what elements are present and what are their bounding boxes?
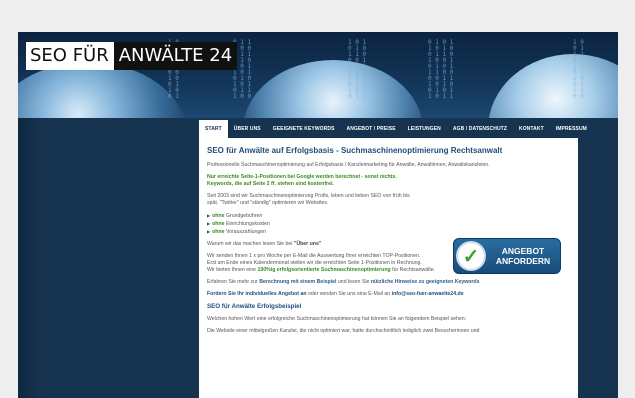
bullet-arrow-icon: ▶ bbox=[207, 221, 211, 226]
page-title: SEO für Anwälte auf Erfolgsbasis - Suchm… bbox=[207, 146, 503, 155]
nav-item-start[interactable]: START bbox=[199, 120, 228, 138]
more-info-text: Erfahren Sie mehr zur Berechnung mit ein… bbox=[207, 279, 480, 285]
bullet-arrow-icon: ▶ bbox=[207, 229, 211, 234]
logo-text-part2: ANWÄLTE 24 bbox=[113, 42, 238, 70]
highlight-text-2: Keywords, die auf Seite 2 ff. stehen sin… bbox=[207, 181, 334, 187]
highlight-text-1: Nur erreichte Seite-1-Positionen bei Goo… bbox=[207, 174, 397, 180]
header-banner: 1 0 0 1 1 0 0 1 1 1 0 0 1 0 0 1 1 0 0 1 … bbox=[18, 32, 618, 118]
binary-decoration: 1 0 1 0 1 0 1 1 0 0 0 1 1 0 1 0 1 1 1 0 … bbox=[348, 39, 367, 100]
nav-item-keywords[interactable]: GEEIGNETE KEYWORDS bbox=[267, 120, 341, 138]
globe-image bbox=[18, 62, 188, 118]
binary-decoration: 1 0 0 1 1 1 0 0 1 0 0 1 1 0 0 1 1 1 0 0 bbox=[573, 39, 584, 100]
cta-line-2: ANFORDERN bbox=[495, 256, 551, 266]
keyword-hints-link[interactable]: nützliche Hinweise zu geeigneten Keyword… bbox=[371, 279, 480, 285]
section-heading: SEO für Anwälte Erfolgsbeispiel bbox=[207, 303, 302, 310]
example-intro-text: Welchen hohen Wert eine erfolgreiche Suc… bbox=[207, 316, 467, 322]
site-logo[interactable]: SEO FÜR ANWÄLTE 24 bbox=[26, 42, 238, 70]
request-offer-button[interactable]: ✓ ANGEBOT ANFORDERN bbox=[453, 238, 561, 274]
intro-text: Professionelle Suchmaschinenoptimierung … bbox=[207, 162, 490, 168]
bullet-arrow-icon: ▶ bbox=[207, 213, 211, 218]
list-item: ▶ ohne Grundgebühren bbox=[207, 213, 263, 219]
request-offer-link[interactable]: Fordern Sie Ihr individuelles Angebot an bbox=[207, 291, 307, 297]
benefits-list: ▶ ohne Grundgebühren ▶ ohne Einrichtungsko… bbox=[207, 212, 570, 236]
main-navigation: START ÜBER UNS GEEIGNETE KEYWORDS ANGEBO… bbox=[199, 120, 587, 138]
request-offer-text: Fordern Sie Ihr individuelles Angebot an… bbox=[207, 291, 464, 297]
globe-image bbox=[243, 60, 423, 118]
nav-item-agb-datenschutz[interactable]: AGB / DATENSCHUTZ bbox=[447, 120, 513, 138]
ueber-uns-link[interactable]: "Über uns" bbox=[294, 241, 321, 247]
nav-item-leistungen[interactable]: LEISTUNGEN bbox=[402, 120, 447, 138]
website-frame: 1 0 0 1 1 0 0 1 1 1 0 0 1 0 0 1 1 0 0 1 … bbox=[18, 32, 618, 398]
example-text: Die Website einer mittelgroßen Kanzlei, … bbox=[207, 328, 480, 334]
cta-line-1: ANGEBOT bbox=[501, 246, 545, 256]
calculation-example-link[interactable]: Berechnung mit einem Beispiel bbox=[259, 279, 336, 285]
globe-image bbox=[488, 54, 618, 118]
main-content: SEO für Anwälte auf Erfolgsbasis - Suchm… bbox=[199, 138, 578, 398]
nav-item-impressum[interactable]: IMPRESSUM bbox=[550, 120, 593, 138]
list-item: ▶ ohne Vorauszahlungen bbox=[207, 229, 267, 235]
logo-text-part1: SEO FÜR bbox=[26, 42, 114, 70]
list-item: ▶ ohne Einrichtungskosten bbox=[207, 221, 270, 227]
email-link[interactable]: info@seo-fuer-anwaelte24.de bbox=[392, 291, 464, 297]
since-text: Seit 2003 sind wir Suchmaschinenoptimier… bbox=[207, 193, 410, 206]
nav-item-kontakt[interactable]: KONTAKT bbox=[513, 120, 550, 138]
nav-item-angebot-preise[interactable]: ANGEBOT / PREISE bbox=[341, 120, 402, 138]
checkmark-icon: ✓ bbox=[456, 241, 486, 271]
nav-item-ueber-uns[interactable]: ÜBER UNS bbox=[228, 120, 267, 138]
binary-decoration: 0 1 0 1 1 0 1 0 0 1 1 0 1 0 0 1 0 1 0 1 … bbox=[428, 39, 454, 100]
